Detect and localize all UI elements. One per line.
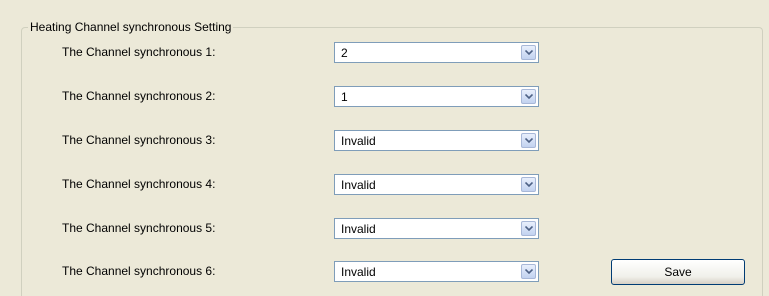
channel-sync-4-select[interactable]: Invalid [334,174,539,195]
chevron-down-icon[interactable] [521,89,536,104]
channel-sync-5-label: The Channel synchronous 5: [62,221,216,235]
channel-sync-1-value: 2 [341,46,348,60]
heating-channel-groupbox [21,27,763,296]
channel-sync-3-select[interactable]: Invalid [334,130,539,151]
chevron-down-icon[interactable] [521,221,536,236]
channel-sync-2-label: The Channel synchronous 2: [62,89,216,103]
channel-sync-2-select[interactable]: 1 [334,86,539,107]
chevron-down-icon[interactable] [521,177,536,192]
channel-sync-6-label: The Channel synchronous 6: [62,264,216,278]
chevron-down-icon[interactable] [521,45,536,60]
chevron-down-icon[interactable] [521,264,536,279]
save-button[interactable]: Save [611,259,745,285]
channel-sync-6-value: Invalid [341,265,376,279]
channel-sync-3-value: Invalid [341,134,376,148]
chevron-down-icon[interactable] [521,133,536,148]
channel-sync-5-value: Invalid [341,222,376,236]
channel-sync-1-select[interactable]: 2 [334,42,539,63]
channel-sync-1-label: The Channel synchronous 1: [62,45,216,59]
channel-sync-6-select[interactable]: Invalid [334,261,539,282]
channel-sync-4-label: The Channel synchronous 4: [62,177,216,191]
channel-sync-2-value: 1 [341,90,348,104]
channel-sync-3-label: The Channel synchronous 3: [62,133,216,147]
channel-sync-5-select[interactable]: Invalid [334,218,539,239]
channel-sync-4-value: Invalid [341,178,376,192]
groupbox-title: Heating Channel synchronous Setting [28,19,234,35]
